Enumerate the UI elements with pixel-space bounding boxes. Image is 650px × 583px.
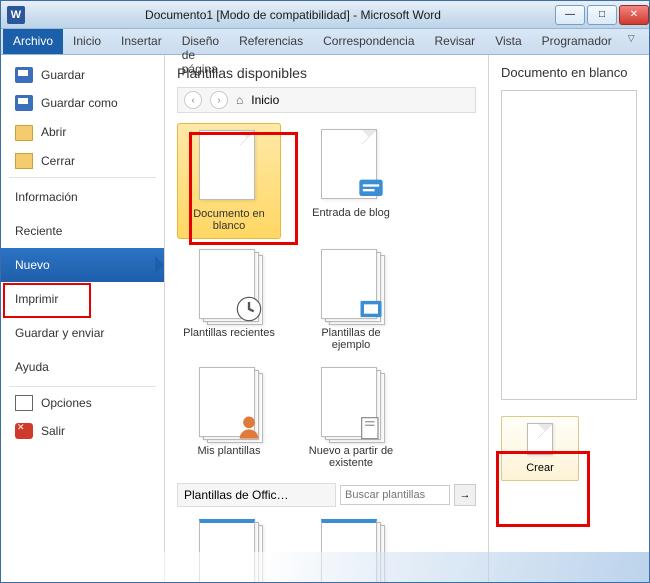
sidebar-label: Guardar como: [41, 96, 118, 110]
office-template-item[interactable]: [299, 513, 403, 582]
sidebar-label: Salir: [41, 424, 65, 438]
template-grid: Documento en blanco Entrada de blog Plan…: [177, 123, 476, 475]
sidebar-item-exit[interactable]: Salir: [1, 417, 164, 445]
word-app-icon: W: [7, 6, 25, 24]
template-from-existing[interactable]: Nuevo a partir de existente: [299, 361, 403, 475]
template-label: Plantillas de ejemplo: [303, 327, 399, 351]
sidebar-item-save[interactable]: Guardar: [1, 61, 164, 89]
create-label: Crear: [506, 462, 574, 474]
templates-heading: Plantillas disponibles: [177, 65, 476, 81]
tab-mailings[interactable]: Correspondencia: [313, 29, 424, 54]
close-button[interactable]: ✕: [619, 5, 649, 25]
blog-doc-icon: [321, 129, 381, 201]
sidebar-label: Abrir: [41, 125, 66, 139]
template-label: Entrada de blog: [303, 207, 399, 219]
ribbon: Archivo Inicio Insertar Diseño de página…: [1, 29, 649, 55]
office-template-grid: [177, 513, 476, 582]
sidebar-label: Nuevo: [15, 258, 50, 272]
template-sample[interactable]: Plantillas de ejemplo: [299, 243, 403, 357]
template-label: Documento en blanco: [182, 208, 276, 232]
sidebar-label: Guardar: [41, 68, 85, 82]
template-label: Mis plantillas: [181, 445, 277, 457]
template-recent[interactable]: Plantillas recientes: [177, 243, 281, 357]
preview-heading: Documento en blanco: [501, 65, 637, 80]
tab-developer[interactable]: Programador: [532, 29, 622, 54]
save-as-icon: [15, 95, 33, 111]
minimize-button[interactable]: —: [555, 5, 585, 25]
sidebar-item-open[interactable]: Abrir: [1, 117, 164, 147]
exit-icon: [15, 423, 33, 439]
tab-review[interactable]: Revisar: [425, 29, 486, 54]
home-icon[interactable]: ⌂: [236, 93, 243, 107]
sidebar-item-print[interactable]: Imprimir: [1, 282, 164, 316]
nav-forward-icon[interactable]: ›: [210, 91, 228, 109]
blank-doc-icon: [199, 130, 259, 202]
templates-panel: Plantillas disponibles ‹ › ⌂ Inicio Docu…: [165, 55, 489, 582]
tab-references[interactable]: Referencias: [229, 29, 313, 54]
backstage-sidebar: Guardar Guardar como Abrir Cerrar Inform…: [1, 55, 165, 582]
recent-templates-icon: [199, 249, 259, 321]
backstage-view: Guardar Guardar como Abrir Cerrar Inform…: [1, 55, 649, 582]
tab-insert[interactable]: Insertar: [111, 29, 172, 54]
tab-layout[interactable]: Diseño de página: [172, 29, 229, 54]
sidebar-label: Reciente: [15, 224, 62, 238]
sidebar-item-info[interactable]: Información: [1, 180, 164, 214]
sidebar-item-options[interactable]: Opciones: [1, 389, 164, 417]
divider: [9, 386, 156, 387]
from-existing-icon: [321, 367, 381, 439]
divider: [9, 177, 156, 178]
breadcrumb-text[interactable]: Inicio: [251, 93, 279, 107]
preview-panel: Documento en blanco Crear: [489, 55, 649, 582]
document-preview: [501, 90, 637, 400]
template-blog-post[interactable]: Entrada de blog: [299, 123, 403, 239]
sidebar-label: Ayuda: [15, 360, 49, 374]
window-controls: — □ ✕: [553, 5, 649, 25]
folder-open-icon: [15, 125, 33, 141]
sample-templates-icon: [321, 249, 381, 321]
office-template-icon: [321, 519, 381, 582]
template-blank-document[interactable]: Documento en blanco: [177, 123, 281, 239]
maximize-button[interactable]: □: [587, 5, 617, 25]
titlebar: W Documento1 [Modo de compatibilidad] - …: [1, 1, 649, 29]
sidebar-label: Opciones: [41, 396, 92, 410]
office-template-icon: [199, 519, 259, 582]
sidebar-label: Guardar y enviar: [15, 326, 104, 340]
help-icon[interactable]: ?: [641, 29, 650, 54]
sidebar-label: Imprimir: [15, 292, 58, 306]
template-label: Nuevo a partir de existente: [303, 445, 399, 469]
save-icon: [15, 67, 33, 83]
create-button[interactable]: Crear: [501, 416, 579, 481]
sidebar-label: Cerrar: [41, 154, 75, 168]
ribbon-minimize-icon[interactable]: ▽: [622, 29, 641, 54]
window-title: Documento1 [Modo de compatibilidad] - Mi…: [33, 8, 553, 22]
breadcrumb-bar: ‹ › ⌂ Inicio: [177, 87, 476, 113]
sidebar-item-close[interactable]: Cerrar: [1, 147, 164, 175]
close-doc-icon: [15, 153, 33, 169]
options-icon: [15, 395, 33, 411]
sidebar-item-new[interactable]: Nuevo: [1, 248, 164, 282]
office-templates-label: Plantillas de Offic…: [177, 483, 336, 507]
template-label: Plantillas recientes: [181, 327, 277, 339]
search-templates-input[interactable]: [340, 485, 450, 505]
tab-home[interactable]: Inicio: [63, 29, 111, 54]
sidebar-item-recent[interactable]: Reciente: [1, 214, 164, 248]
sidebar-item-save-as[interactable]: Guardar como: [1, 89, 164, 117]
sidebar-item-save-send[interactable]: Guardar y enviar: [1, 316, 164, 350]
search-go-button[interactable]: →: [454, 484, 476, 506]
template-my[interactable]: Mis plantillas: [177, 361, 281, 475]
create-doc-icon: [527, 423, 553, 455]
office-template-item[interactable]: [177, 513, 281, 582]
sidebar-label: Información: [15, 190, 78, 204]
tab-view[interactable]: Vista: [485, 29, 531, 54]
my-templates-icon: [199, 367, 259, 439]
sidebar-item-help[interactable]: Ayuda: [1, 350, 164, 384]
nav-back-icon[interactable]: ‹: [184, 91, 202, 109]
tab-file[interactable]: Archivo: [3, 29, 63, 54]
office-templates-row: Plantillas de Offic… →: [177, 483, 476, 507]
